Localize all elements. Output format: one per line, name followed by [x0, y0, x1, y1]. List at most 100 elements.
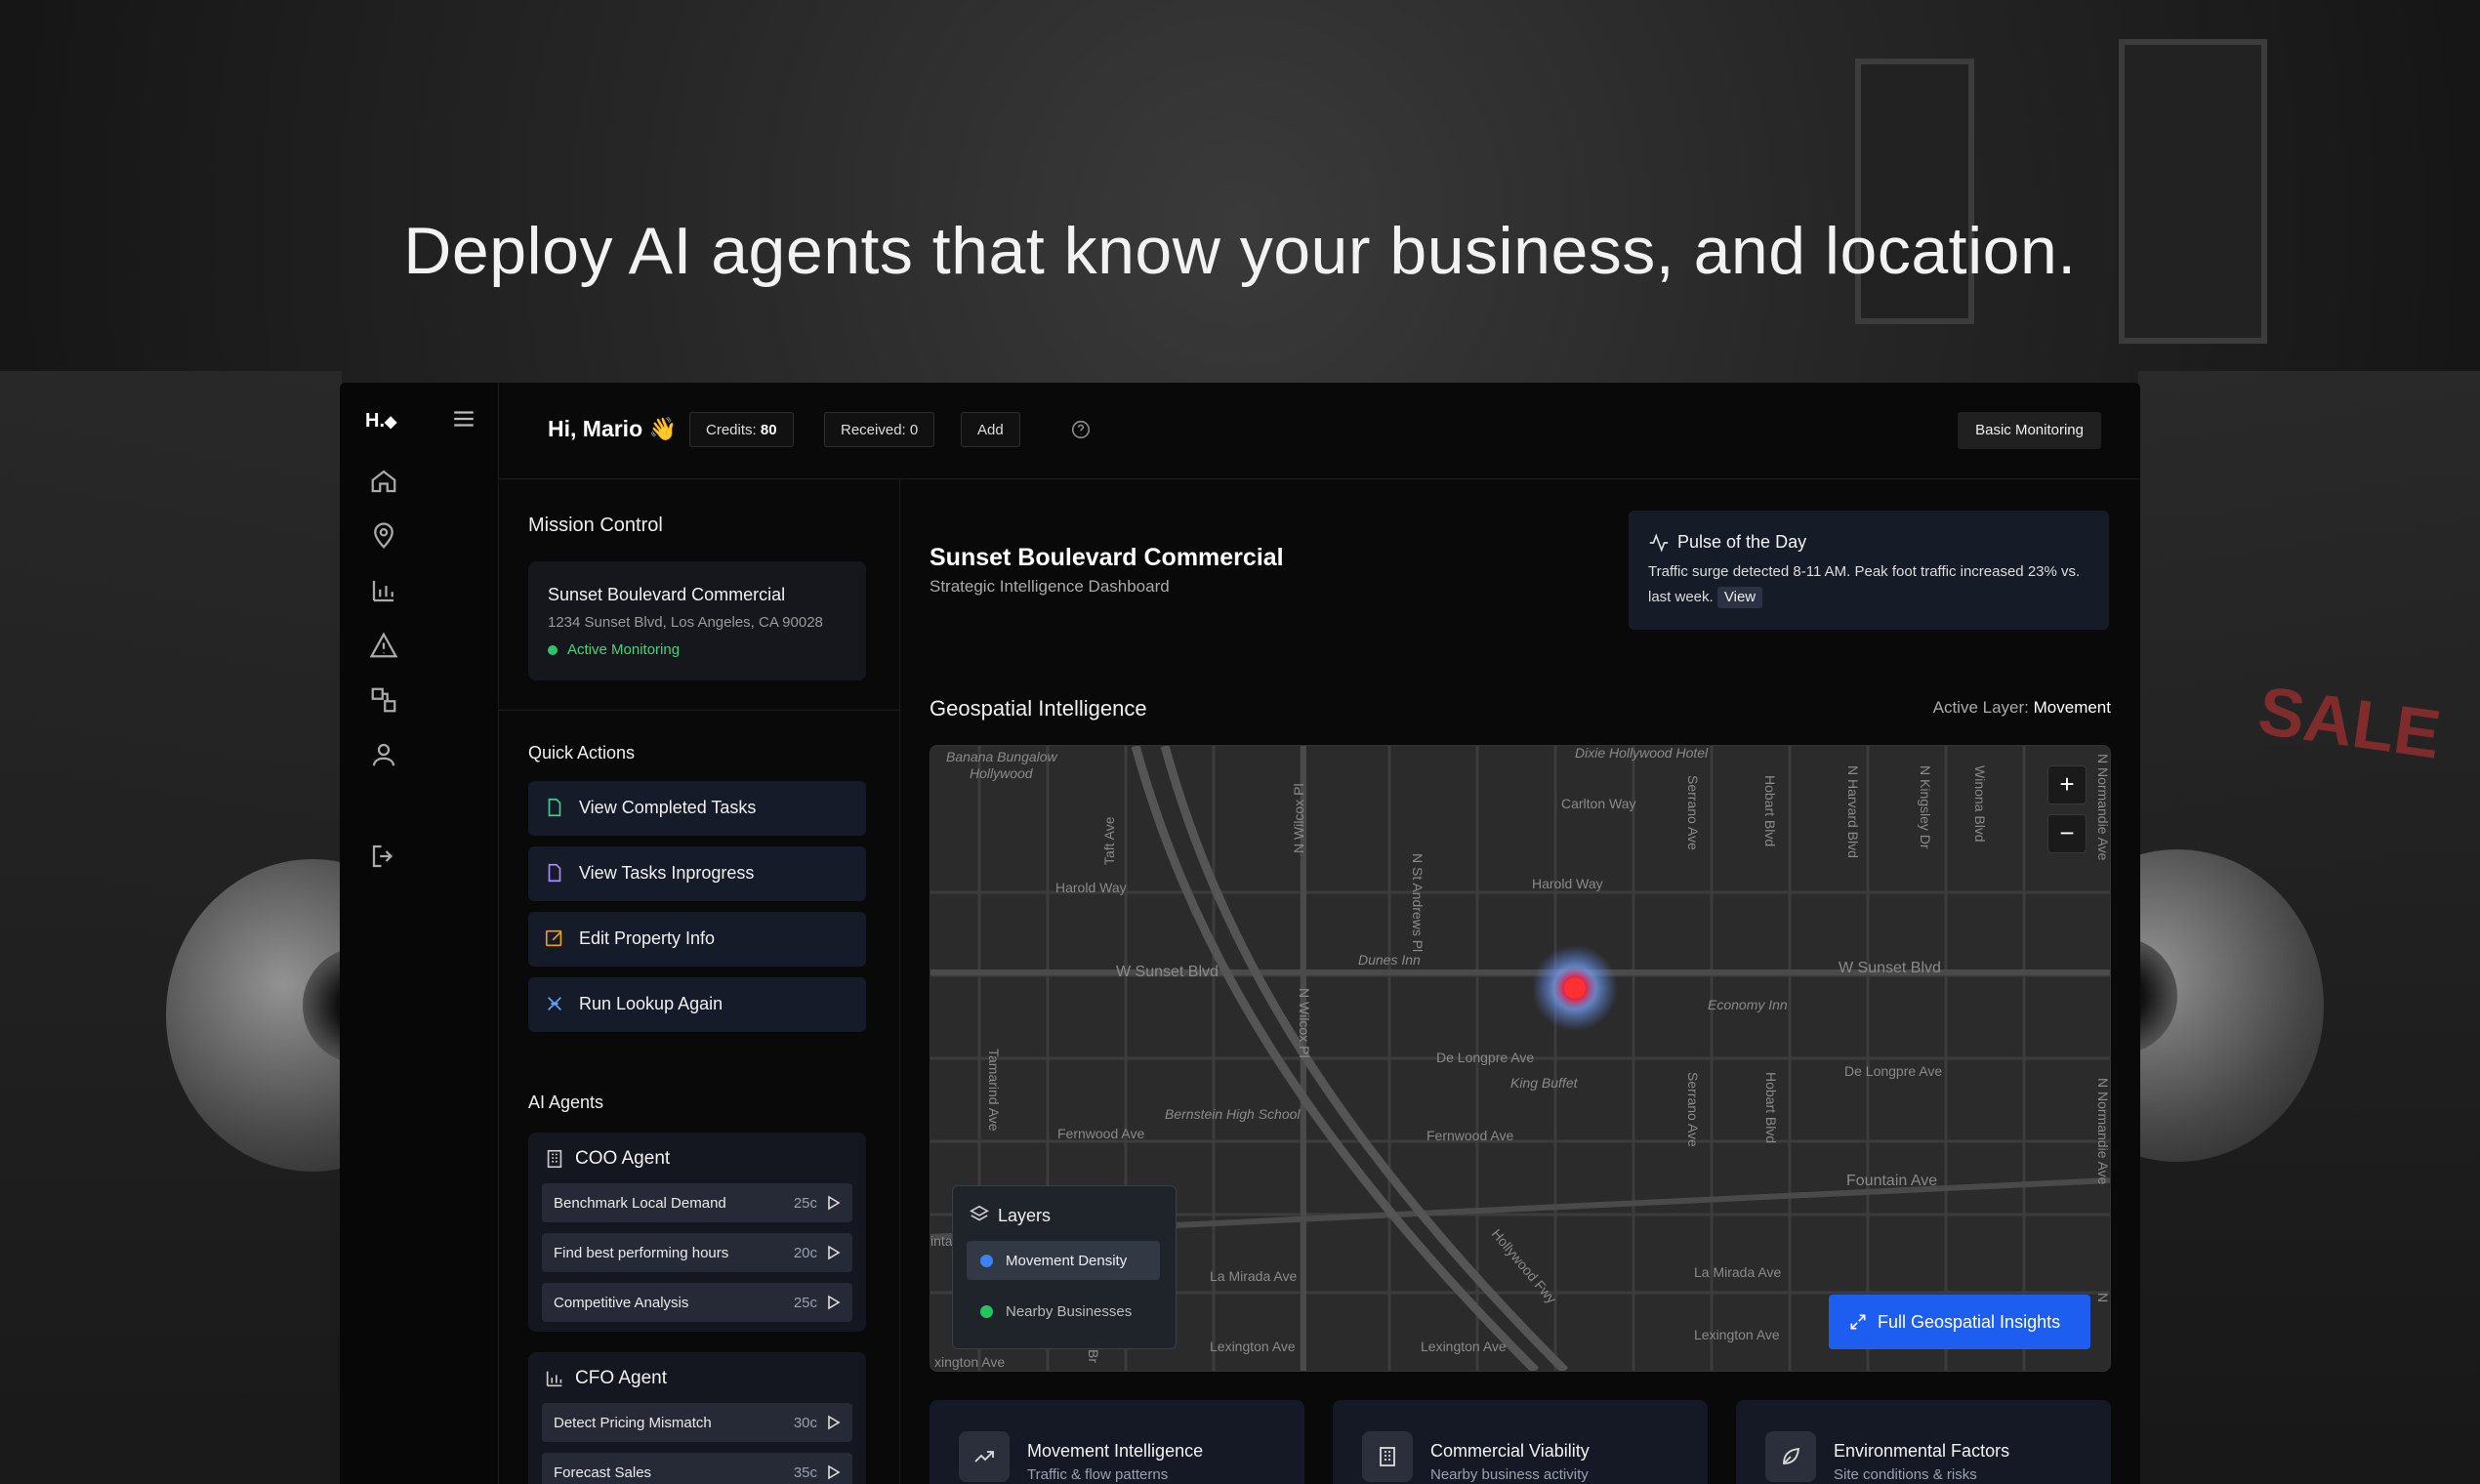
task-label: Competitive Analysis [554, 1295, 689, 1311]
pulse-title: Pulse of the Day [1677, 532, 1807, 552]
hero-headline: Deploy AI agents that know your business… [403, 214, 2077, 288]
geospatial-map[interactable]: Banana Bungalow Hollywood Taft Ave N Wil… [930, 745, 2111, 1372]
map-label: W Sunset Blvd [1116, 964, 1219, 980]
status-dot [548, 645, 558, 655]
layer-option-movement-density[interactable]: Movement Density [967, 1241, 1160, 1280]
geospatial-title: Geospatial Intelligence [930, 696, 1147, 721]
bar-chart-icon [546, 1371, 562, 1387]
layer-option-nearby-businesses[interactable]: Nearby Businesses [967, 1292, 1160, 1331]
play-icon[interactable] [827, 1295, 841, 1310]
quick-actions-title: Quick Actions [528, 743, 636, 763]
plan-badge[interactable]: Basic Monitoring [1958, 412, 2101, 449]
agent-task[interactable]: Find best performing hours 20c [542, 1233, 852, 1272]
bar-chart-icon[interactable] [369, 576, 398, 605]
cfo-agent-card: CFO Agent Detect Pricing Mismatch 30c Fo… [528, 1352, 866, 1484]
user-icon[interactable] [369, 740, 398, 769]
menu-icon[interactable] [451, 406, 476, 432]
layers-icon [970, 1205, 989, 1221]
map-label: Lexington Ave [1694, 1327, 1780, 1342]
status-badge: Active Monitoring [567, 641, 681, 658]
agent-task[interactable]: Detect Pricing Mismatch 30c [542, 1403, 852, 1442]
play-icon[interactable] [827, 1245, 841, 1260]
active-layer-indicator: Active Layer: Movement [1932, 698, 2111, 717]
map-label: Serrano Ave [1685, 1072, 1701, 1147]
property-card[interactable]: Sunset Boulevard Commercial 1234 Sunset … [528, 561, 866, 680]
run-lookup-again-button[interactable]: Run Lookup Again [528, 977, 866, 1032]
alert-triangle-icon[interactable] [369, 631, 398, 660]
map-label: Harold Way [1532, 876, 1603, 891]
task-cost: 25c [793, 1195, 817, 1212]
help-icon[interactable] [1070, 419, 1092, 440]
add-button[interactable]: Add [961, 412, 1020, 447]
task-label: Detect Pricing Mismatch [554, 1415, 712, 1431]
cta-label: Full Geospatial Insights [1878, 1312, 2061, 1332]
activity-icon [1649, 533, 1669, 553]
received-chip[interactable]: Received: 0 [824, 412, 935, 447]
task-label: Find best performing hours [554, 1245, 729, 1261]
map-label: Fountain Ave [1846, 1173, 1937, 1189]
map-label: Lexington Ave [1421, 1339, 1507, 1354]
map-label: Fernwood Ave [1426, 1128, 1513, 1143]
commercial-viability-card[interactable]: Commercial Viability Nearby business act… [1333, 1400, 1708, 1484]
property-name: Sunset Boulevard Commercial [548, 585, 786, 604]
movement-intelligence-card[interactable]: Movement Intelligence Traffic & flow pat… [930, 1400, 1304, 1484]
map-label: Harold Way [1055, 880, 1127, 895]
agent-task[interactable]: Competitive Analysis 25c [542, 1283, 852, 1322]
play-icon[interactable] [827, 1195, 841, 1211]
property-address: 1234 Sunset Blvd, Los Angeles, CA 90028 [548, 614, 823, 631]
mission-control-panel: Mission Control Sunset Boulevard Commerc… [499, 479, 900, 1484]
action-label: Run Lookup Again [579, 994, 723, 1013]
view-completed-tasks-button[interactable]: View Completed Tasks [528, 781, 866, 836]
location-pin-icon[interactable] [369, 521, 398, 551]
page-subtitle: Strategic Intelligence Dashboard [930, 577, 1170, 596]
layer-label: Movement Density [1006, 1253, 1128, 1269]
task-label: Benchmark Local Demand [554, 1195, 726, 1212]
coo-agent-title: COO Agent [575, 1148, 671, 1169]
play-icon[interactable] [827, 1415, 841, 1430]
edit-property-info-button[interactable]: Edit Property Info [528, 912, 866, 967]
map-label: Banana Bungalow [946, 749, 1058, 764]
mission-control-title: Mission Control [528, 515, 663, 536]
brand-logo[interactable]: H.◆ [365, 410, 396, 433]
edit-icon [545, 929, 562, 947]
play-icon[interactable] [827, 1464, 841, 1480]
map-label: Tamarind Ave [986, 1049, 1002, 1132]
map-label: De Longpre Ave [1844, 1063, 1942, 1079]
environmental-factors-card[interactable]: Environmental Factors Site conditions & … [1736, 1400, 2111, 1484]
agent-task[interactable]: Forecast Sales 35c [542, 1453, 852, 1484]
map-label: N St Andrews Pl [1410, 853, 1426, 952]
map-label: King Buffet [1510, 1075, 1579, 1091]
map-label: N [2095, 1293, 2110, 1302]
zoom-in-button[interactable]: + [2047, 765, 2087, 804]
map-label: Hobart Blvd [1763, 1072, 1779, 1143]
map-label: Winona Blvd [1972, 765, 1988, 843]
map-label: inta [930, 1233, 953, 1249]
task-cost: 35c [793, 1464, 817, 1481]
map-label: La Mirada Ave [1694, 1264, 1781, 1280]
map-label: Taft Ave [1101, 816, 1117, 865]
zoom-out-button[interactable]: − [2047, 814, 2087, 853]
credits-chip[interactable]: Credits: 80 [689, 412, 794, 447]
card-title: Commercial Viability [1430, 1441, 1590, 1461]
refresh-icon [547, 996, 562, 1011]
card-title: Movement Intelligence [1027, 1441, 1204, 1461]
map-label: Carlton Way [1561, 796, 1636, 811]
card-subtitle: Traffic & flow patterns [1027, 1466, 1169, 1483]
document-icon [548, 798, 561, 817]
building-icon [1380, 1447, 1395, 1466]
map-label: xington Ave [934, 1354, 1005, 1370]
leaf-icon-wrap [1765, 1431, 1816, 1482]
expand-icon [1850, 1314, 1866, 1330]
full-geospatial-insights-button[interactable]: Full Geospatial Insights [1829, 1295, 2090, 1349]
pulse-view-button[interactable]: View [1716, 587, 1763, 608]
map-label: Hollywood Fwy [1489, 1226, 1560, 1306]
home-icon[interactable] [369, 467, 398, 496]
layer-color-dot [980, 1305, 993, 1318]
agent-task[interactable]: Benchmark Local Demand 25c [542, 1183, 852, 1222]
map-label: Hollywood [970, 765, 1034, 781]
view-tasks-inprogress-button[interactable]: View Tasks Inprogress [528, 846, 866, 901]
shapes-icon[interactable] [369, 685, 398, 715]
map-label: Bernstein High School [1165, 1106, 1301, 1122]
logout-icon[interactable] [369, 842, 398, 871]
card-subtitle: Site conditions & risks [1834, 1466, 1977, 1483]
